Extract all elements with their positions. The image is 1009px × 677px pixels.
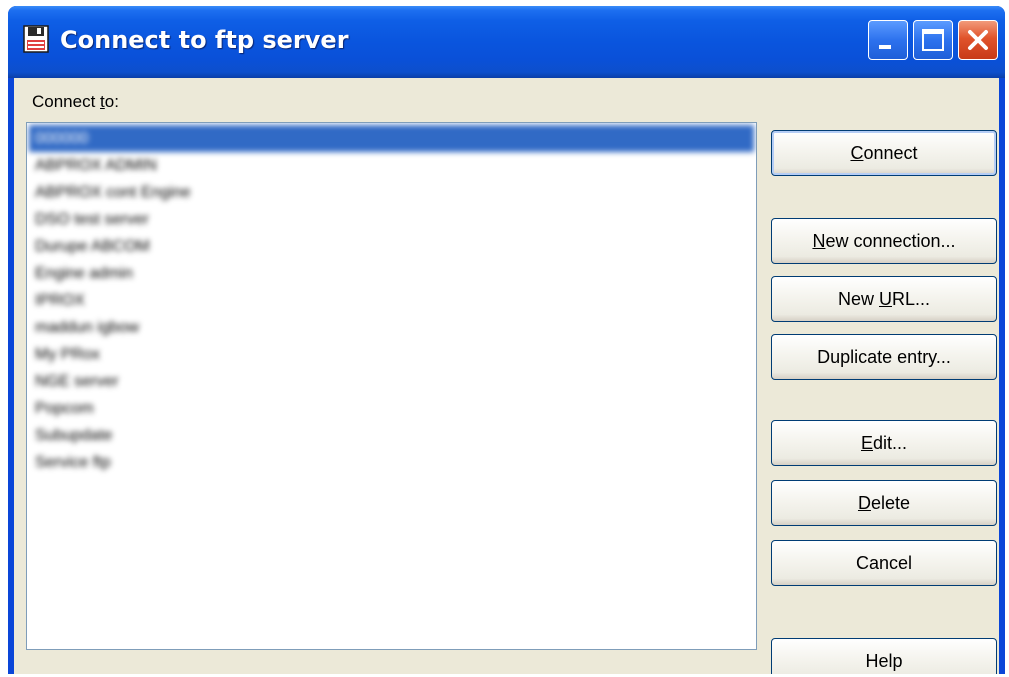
new-connection-button[interactable]: New connection...: [771, 218, 997, 264]
delete-button[interactable]: Delete: [771, 480, 997, 526]
connect-to-label-part: Connect: [32, 92, 101, 111]
list-item[interactable]: 000000: [29, 125, 754, 152]
edit-button[interactable]: Edit...: [771, 420, 997, 466]
list-item[interactable]: Engine admin: [29, 260, 133, 287]
edit-button-accel: E: [860, 433, 873, 453]
duplicate-entry-button[interactable]: Duplicate entry...: [771, 334, 997, 380]
help-button-label: Help: [865, 651, 903, 671]
cancel-button[interactable]: Cancel: [771, 540, 997, 586]
title-bar[interactable]: Connect to ftp server: [8, 6, 1005, 78]
duplicate-entry-button-label: Duplicate entry...: [817, 347, 951, 367]
list-item[interactable]: Popcom: [29, 395, 94, 422]
delete-button-accel: D: [857, 493, 871, 513]
minimize-icon: [879, 45, 891, 49]
connect-to-label-part: o:: [104, 92, 119, 111]
help-button[interactable]: Help: [771, 638, 997, 674]
list-item[interactable]: Service ftp: [29, 449, 111, 476]
dialog-window: Connect to ftp server Connect to: 000000…: [8, 6, 1005, 674]
close-button[interactable]: [958, 20, 998, 60]
new-url-button-accel: U: [879, 289, 892, 309]
dialog-client-area: Connect to: 000000 ABPROX ADMIN ABPROX c…: [14, 78, 999, 674]
connect-button[interactable]: Connect: [771, 130, 997, 176]
list-item[interactable]: ABPROX ADMIN: [29, 152, 157, 179]
maximize-icon: [922, 29, 944, 51]
list-item[interactable]: Durupe ABCOM: [29, 233, 150, 260]
list-item[interactable]: My PRox: [29, 341, 100, 368]
new-url-button-label: New: [837, 289, 879, 309]
connect-button-accel: C: [850, 143, 864, 163]
new-url-button-label: RL...: [892, 289, 931, 309]
connect-to-label: Connect to:: [32, 92, 119, 112]
new-connection-button-label: ew connection...: [825, 231, 956, 251]
list-item[interactable]: IPROX: [29, 287, 85, 314]
maximize-button[interactable]: [913, 20, 953, 60]
list-item[interactable]: DSO test server: [29, 206, 149, 233]
delete-button-label: elete: [870, 493, 911, 513]
list-item[interactable]: ABPROX cont Engine: [29, 179, 191, 206]
connect-button-label: onnect: [863, 143, 918, 163]
window-title: Connect to ftp server: [60, 26, 349, 54]
edit-button-label: dit...: [873, 433, 908, 453]
list-item[interactable]: NGE server: [29, 368, 119, 395]
server-list[interactable]: 000000 ABPROX ADMIN ABPROX cont Engine D…: [26, 122, 757, 650]
new-connection-button-accel: N: [812, 231, 826, 251]
list-item[interactable]: maddun igbow: [29, 314, 139, 341]
floppy-disk-icon: [23, 25, 49, 53]
new-url-button[interactable]: New URL...: [771, 276, 997, 322]
list-item[interactable]: Subupdate: [29, 422, 112, 449]
minimize-button[interactable]: [868, 20, 908, 60]
close-icon: [968, 30, 988, 50]
cancel-button-label: Cancel: [855, 553, 913, 573]
